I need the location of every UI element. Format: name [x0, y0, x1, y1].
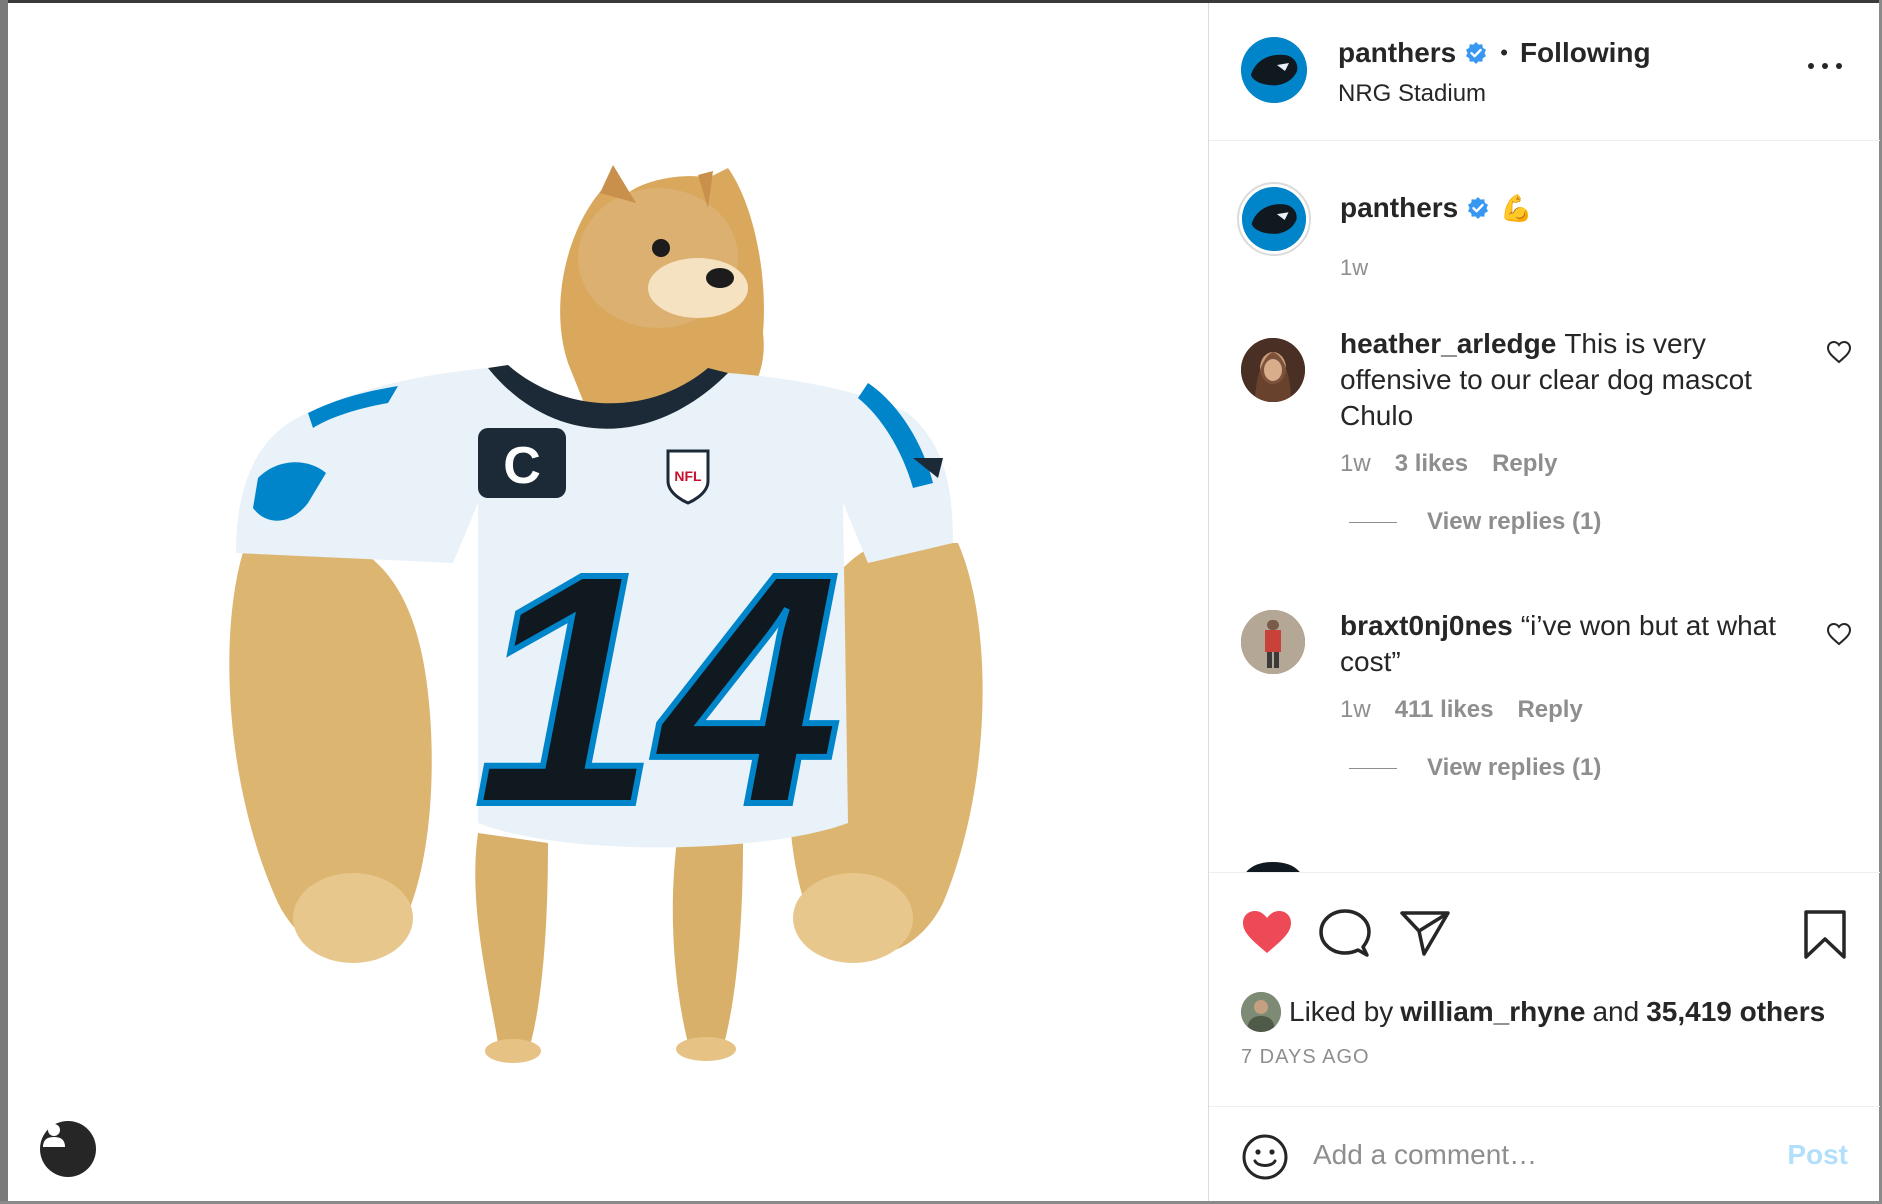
comment-bubble-icon[interactable] [1319, 909, 1371, 959]
view-replies-button[interactable]: View replies (1) [1349, 754, 1601, 782]
paper-plane-icon[interactable] [1399, 909, 1451, 957]
comment-body: heather_arledge This is very offensive to… [1340, 326, 1780, 434]
avatar-photo [1241, 338, 1305, 402]
user-tag-button[interactable] [40, 1121, 96, 1177]
smiley-icon[interactable] [1241, 1133, 1289, 1181]
heart-outline-icon[interactable] [1826, 340, 1852, 364]
comment-body: braxt0nj0nes “i’ve won but at what cost” [1340, 608, 1780, 680]
view-replies-button[interactable]: View replies (1) [1349, 508, 1601, 536]
avatar[interactable] [1241, 37, 1307, 103]
caption-text: 💪 [1500, 192, 1533, 223]
liker-username[interactable]: william_rhyne [1400, 996, 1585, 1028]
buff-doge-jersey-image: C NFL 14 [229, 165, 983, 1063]
replies-divider [1349, 521, 1397, 523]
avatar[interactable] [1241, 610, 1305, 674]
instagram-post-modal: C NFL 14 panthers • Following NRG Stadiu… [0, 0, 1882, 1204]
view-replies-label: View replies (1) [1427, 508, 1602, 535]
more-options-icon[interactable] [1808, 59, 1842, 73]
caption-time[interactable]: 1w [1340, 255, 1368, 281]
panthers-logo-icon [1241, 37, 1307, 103]
comment-item-partial [1209, 848, 1880, 872]
avatar-photo [1241, 992, 1281, 1032]
captain-patch: C [503, 437, 541, 495]
window-left-edge [0, 0, 8, 1204]
avatar[interactable] [1242, 187, 1306, 251]
post-location[interactable]: NRG Stadium [1338, 80, 1486, 108]
post-timestamp[interactable]: 7 DAYS AGO [1241, 1046, 1370, 1069]
heart-filled-icon[interactable] [1241, 909, 1293, 955]
reply-button[interactable]: Reply [1492, 450, 1557, 478]
view-replies-label: View replies (1) [1427, 754, 1602, 781]
header-name-row: panthers • Following [1338, 37, 1651, 69]
post-side-panel: panthers • Following NRG Stadium panther… [1208, 3, 1880, 1201]
avatar[interactable] [1241, 338, 1305, 402]
comment-likes[interactable]: 411 likes [1395, 696, 1494, 724]
replies-divider [1349, 767, 1397, 769]
post-comment-button[interactable]: Post [1787, 1139, 1848, 1171]
add-comment-bar: Post [1209, 1106, 1880, 1201]
comment-username[interactable]: heather_arledge [1340, 328, 1556, 359]
post-header: panthers • Following NRG Stadium [1209, 3, 1880, 141]
liked-by-conjunction: and [1592, 996, 1640, 1027]
verified-badge-icon [1466, 42, 1487, 64]
jersey-number: 14 [474, 504, 841, 873]
following-button[interactable]: Following [1520, 37, 1651, 69]
comment-likes[interactable]: 3 likes [1395, 450, 1468, 478]
post-username[interactable]: panthers [1338, 37, 1456, 69]
comment-meta: 1w 411 likes Reply [1340, 696, 1583, 724]
post-actions: Liked by william_rhyne and 35,419 others… [1209, 872, 1880, 1106]
comment-time[interactable]: 1w [1340, 696, 1371, 724]
cut-off-comment [1246, 862, 1300, 872]
post-image[interactable]: C NFL 14 [8, 3, 1208, 1201]
comments-list[interactable]: panthers 💪 1w heather_arledge This is ve… [1209, 142, 1880, 872]
avatar[interactable] [1241, 992, 1281, 1032]
comment-input[interactable] [1313, 1131, 1753, 1179]
heart-outline-icon[interactable] [1826, 622, 1852, 646]
panthers-logo-icon [1242, 187, 1306, 251]
likes-count[interactable]: 35,419 others [1646, 996, 1825, 1028]
comment-username[interactable]: braxt0nj0nes [1340, 610, 1513, 641]
separator-dot: • [1500, 40, 1508, 65]
comment-meta: 1w 3 likes Reply [1340, 450, 1557, 478]
comment-time[interactable]: 1w [1340, 450, 1371, 478]
caption-name-row: panthers 💪 [1340, 192, 1533, 224]
reply-button[interactable]: Reply [1517, 696, 1582, 724]
bookmark-icon[interactable] [1803, 909, 1847, 961]
likes-summary: Liked by william_rhyne and 35,419 others [1241, 992, 1832, 1032]
nfl-shield: NFL [674, 468, 702, 484]
user-tag-icon [43, 1124, 65, 1147]
avatar-photo [1241, 610, 1305, 674]
caption-username[interactable]: panthers [1340, 192, 1458, 224]
verified-badge-icon [1468, 197, 1489, 219]
liked-by-prefix: Liked by [1289, 996, 1394, 1027]
